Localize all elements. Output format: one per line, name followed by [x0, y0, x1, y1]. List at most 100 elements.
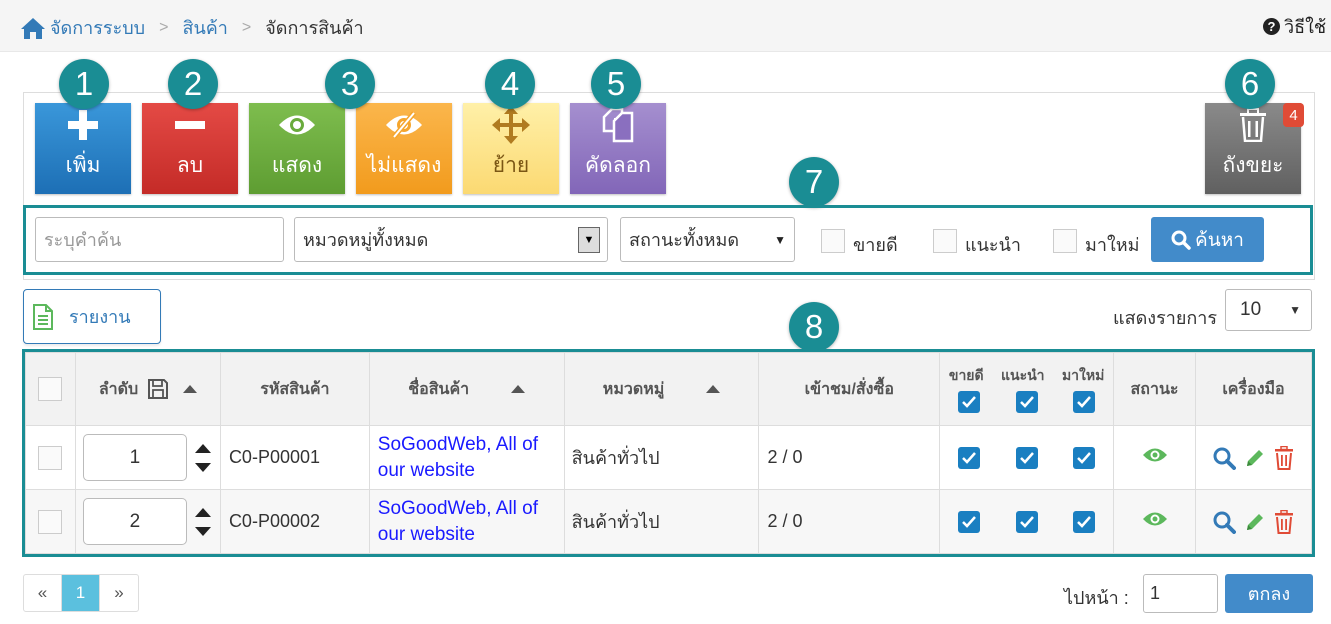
delete-button[interactable]: ลบ — [142, 103, 238, 194]
pagination: « 1 » — [23, 574, 139, 612]
recommended-checkbox[interactable] — [1015, 510, 1038, 533]
home-icon[interactable] — [20, 16, 46, 40]
eye-icon[interactable] — [1142, 510, 1168, 528]
bestseller-checkbox[interactable] — [821, 229, 845, 253]
move-up-icon[interactable] — [194, 443, 211, 453]
row-checkbox[interactable] — [38, 445, 63, 470]
delete-label: ลบ — [176, 154, 204, 177]
new-all-checkbox[interactable] — [1073, 391, 1096, 413]
select-all-checkbox[interactable] — [38, 377, 63, 401]
trash-icon — [1233, 105, 1273, 145]
new-checkbox[interactable] — [1073, 510, 1096, 533]
search-icon[interactable] — [1212, 446, 1237, 470]
table-row: 2 C0-P00002 SoGoodWeb, All of our websit… — [25, 489, 1313, 554]
question-icon: ? — [1263, 18, 1280, 35]
goto-page-input[interactable]: 1 — [1143, 574, 1218, 613]
hide-button[interactable]: ไม่แสดง — [356, 103, 452, 194]
bestseller-label: ขายดี — [853, 235, 898, 255]
order-input[interactable]: 1 — [82, 434, 187, 481]
add-label: เพิ่ม — [65, 154, 101, 177]
add-button[interactable]: เพิ่ม — [35, 103, 131, 194]
move-up-icon[interactable] — [194, 507, 211, 517]
code-header: รหัสสินค้า — [219, 352, 370, 426]
category-header[interactable]: หมวดหมู่ — [563, 352, 760, 426]
show-label: แสดง — [271, 154, 323, 177]
move-button[interactable]: ย้าย — [463, 103, 559, 194]
page-button-current[interactable]: 1 — [62, 575, 100, 611]
bestseller-checkbox[interactable] — [957, 446, 980, 469]
sort-up-icon[interactable] — [511, 385, 526, 394]
marker-1: 1 — [59, 59, 109, 109]
save-icon[interactable] — [147, 378, 169, 400]
tools-header: เครื่องมือ — [1194, 352, 1313, 426]
recommended-all-checkbox[interactable] — [1015, 391, 1038, 413]
chevron-right-icon: > — [159, 18, 169, 36]
search-input[interactable]: ระบุคำค้น — [35, 217, 284, 262]
product-table: ลำดับ รหัสสินค้า ชื่อสินค้า หมวดหมู่ เข้… — [25, 352, 1313, 554]
pencil-icon[interactable] — [1244, 447, 1266, 469]
trash-icon[interactable] — [1274, 509, 1294, 534]
product-code: C0-P00001 — [219, 425, 370, 490]
move-down-icon[interactable] — [194, 526, 211, 536]
goto-page-label: ไปหน้า : — [1064, 588, 1129, 608]
sort-up-icon[interactable] — [706, 385, 721, 394]
category-select[interactable]: หมวดหมู่ทั้งหมด ▼ — [294, 217, 608, 262]
move-arrows-icon — [491, 105, 531, 145]
help-link[interactable]: ? วิธีใช้ — [1263, 12, 1326, 41]
status-select[interactable]: สถานะทั้งหมด ▼ — [620, 217, 795, 262]
plus-icon — [63, 105, 103, 145]
product-name-link[interactable]: SoGoodWeb, All of our website — [378, 434, 538, 481]
report-button[interactable]: รายงาน — [23, 289, 161, 344]
show-button[interactable]: แสดง — [249, 103, 345, 194]
table-row: 1 C0-P00001 SoGoodWeb, All of our websit… — [25, 425, 1313, 490]
per-page-label: แสดงรายการ — [1113, 308, 1218, 328]
eye-icon — [277, 105, 317, 145]
copy-button[interactable]: คัดลอก — [570, 103, 666, 194]
eye-icon[interactable] — [1142, 446, 1168, 464]
row-checkbox[interactable] — [38, 509, 63, 534]
recommended-label: แนะนำ — [965, 235, 1021, 255]
product-name-link[interactable]: SoGoodWeb, All of our website — [378, 498, 538, 545]
breadcrumb-home[interactable]: จัดการระบบ — [50, 13, 145, 42]
status-select-value: สถานะทั้งหมด — [629, 230, 740, 250]
bestseller-all-checkbox[interactable] — [957, 391, 980, 413]
copy-icon — [598, 105, 638, 145]
move-down-icon[interactable] — [194, 462, 211, 472]
search-button[interactable]: ค้นหา — [1151, 217, 1264, 262]
goto-ok-button[interactable]: ตกลง — [1225, 574, 1313, 613]
eye-slash-icon — [384, 105, 424, 145]
trash-icon[interactable] — [1274, 445, 1294, 470]
bestseller-header-label: ขายดี — [948, 367, 984, 383]
caret-down-icon: ▼ — [774, 232, 786, 247]
search-icon[interactable] — [1212, 510, 1237, 534]
name-header[interactable]: ชื่อสินค้า — [368, 352, 565, 426]
new-checkbox[interactable] — [1073, 446, 1096, 469]
recommended-checkbox[interactable] — [1015, 446, 1038, 469]
per-page-value: 10 — [1240, 299, 1262, 320]
recommended-checkbox[interactable] — [933, 229, 957, 253]
per-page-select[interactable]: 10 ▼ — [1225, 289, 1312, 331]
dropdown-arrow-icon: ▼ — [578, 227, 600, 253]
category-header-label: หมวดหมู่ — [602, 380, 665, 398]
product-code: C0-P00002 — [219, 489, 370, 554]
order-input[interactable]: 2 — [82, 498, 187, 545]
next-page-button[interactable]: » — [100, 575, 138, 611]
category-select-value: หมวดหมู่ทั้งหมด — [303, 230, 429, 250]
bestseller-checkbox[interactable] — [957, 510, 980, 533]
new-header-label: มาใหม่ — [1061, 367, 1105, 383]
prev-page-button[interactable]: « — [24, 575, 62, 611]
trash-count-badge: 4 — [1283, 103, 1304, 127]
breadcrumb-bar: จัดการระบบ > สินค้า > จัดการสินค้า ? วิธ… — [0, 0, 1331, 52]
breadcrumb-section[interactable]: สินค้า — [182, 13, 227, 42]
pencil-icon[interactable] — [1244, 511, 1266, 533]
search-icon — [1171, 230, 1191, 250]
order-header[interactable]: ลำดับ — [74, 352, 221, 426]
status-header: สถานะ — [1113, 352, 1196, 426]
product-category: สินค้าทั่วไป — [563, 489, 760, 554]
new-checkbox[interactable] — [1053, 229, 1077, 253]
marker-3: 3 — [325, 59, 375, 109]
recommended-header-label: แนะนำ — [1001, 367, 1045, 383]
sort-up-icon[interactable] — [183, 385, 198, 394]
marker-6: 6 — [1225, 59, 1275, 109]
name-header-label: ชื่อสินค้า — [408, 380, 470, 398]
